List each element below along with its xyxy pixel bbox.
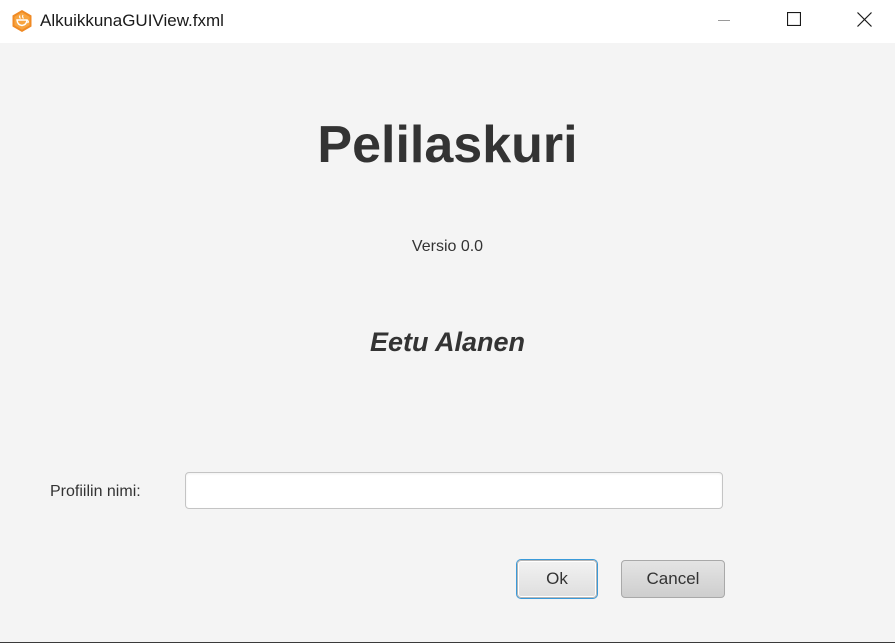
- minimize-icon: [718, 13, 730, 31]
- maximize-button[interactable]: [759, 0, 829, 43]
- java-cup-icon: [10, 9, 34, 33]
- profile-name-label: Profiilin nimi:: [50, 483, 141, 500]
- close-icon: [856, 11, 872, 32]
- cancel-button[interactable]: Cancel: [621, 560, 725, 598]
- author-label: Eetu Alanen: [369, 327, 526, 357]
- profile-name-input[interactable]: [185, 472, 723, 509]
- title-bar[interactable]: AlkuikkunaGUIView.fxml: [0, 0, 895, 43]
- ok-button[interactable]: Ok: [517, 560, 597, 598]
- close-button[interactable]: [829, 0, 895, 43]
- minimize-button[interactable]: [689, 0, 759, 43]
- main-content: Pelilaskuri Versio 0.0 Eetu Alanen Profi…: [0, 43, 895, 642]
- window-title: AlkuikkunaGUIView.fxml: [40, 11, 224, 30]
- page-title: Pelilaskuri: [317, 116, 578, 174]
- version-label: Versio 0.0: [411, 238, 484, 255]
- app-window: AlkuikkunaGUIView.fxml Pelilaskuri Versi…: [0, 0, 895, 643]
- maximize-icon: [786, 11, 802, 31]
